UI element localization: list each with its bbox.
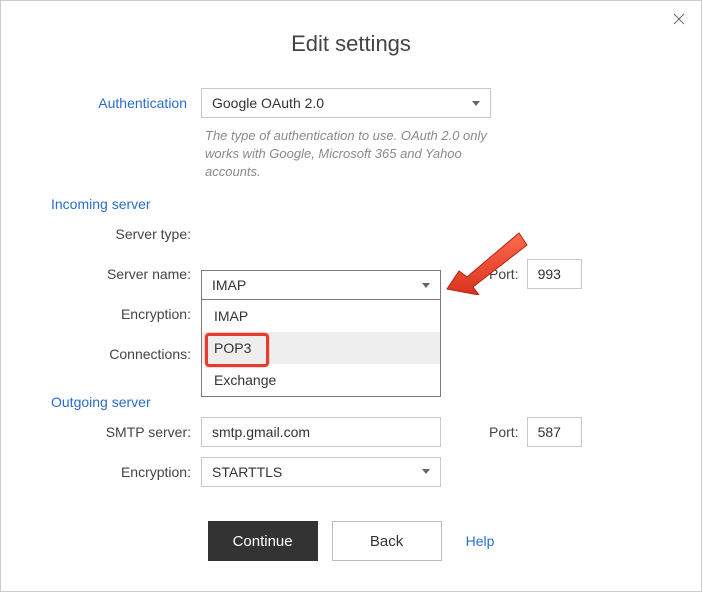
dialog-button-row: Continue Back Help [1, 521, 701, 561]
authentication-value: Google OAuth 2.0 [212, 95, 324, 111]
back-button[interactable]: Back [332, 521, 442, 561]
outgoing-encryption-value: STARTTLS [212, 464, 282, 480]
edit-settings-dialog: Edit settings Authentication Google OAut… [0, 0, 702, 592]
incoming-port-label: Port: [489, 266, 519, 282]
server-type-label: Server type: [51, 226, 201, 242]
authentication-label: Authentication [51, 95, 201, 111]
server-type-option-imap[interactable]: IMAP [202, 300, 440, 332]
server-type-options-list: IMAP POP3 Exchange [201, 300, 441, 397]
connections-label: Connections: [51, 346, 201, 362]
outgoing-server-heading: Outgoing server [51, 394, 201, 410]
server-type-option-pop3[interactable]: POP3 [202, 332, 440, 364]
server-name-label: Server name: [51, 266, 201, 282]
dialog-title: Edit settings [1, 31, 701, 57]
incoming-encryption-label: Encryption: [51, 306, 201, 322]
server-type-select[interactable]: IMAP [201, 270, 441, 300]
incoming-port-input[interactable]: 993 [527, 259, 582, 289]
authentication-helper-text: The type of authentication to use. OAuth… [201, 127, 511, 182]
outgoing-port-label: Port: [489, 424, 519, 440]
continue-button[interactable]: Continue [208, 521, 318, 561]
help-link[interactable]: Help [466, 533, 495, 549]
smtp-server-input[interactable]: smtp.gmail.com [201, 417, 441, 447]
incoming-server-heading: Incoming server [51, 196, 201, 212]
outgoing-encryption-label: Encryption: [51, 464, 201, 480]
chevron-down-icon [422, 283, 430, 288]
chevron-down-icon [422, 469, 430, 474]
smtp-server-label: SMTP server: [51, 424, 201, 440]
authentication-select[interactable]: Google OAuth 2.0 [201, 88, 491, 118]
close-icon [673, 13, 685, 25]
close-button[interactable] [669, 9, 689, 29]
server-type-option-exchange[interactable]: Exchange [202, 364, 440, 396]
server-type-value: IMAP [212, 277, 246, 293]
outgoing-port-input[interactable]: 587 [527, 417, 582, 447]
outgoing-encryption-select[interactable]: STARTTLS [201, 457, 441, 487]
chevron-down-icon [472, 101, 480, 106]
server-type-dropdown: IMAP IMAP POP3 Exchange [201, 270, 441, 397]
